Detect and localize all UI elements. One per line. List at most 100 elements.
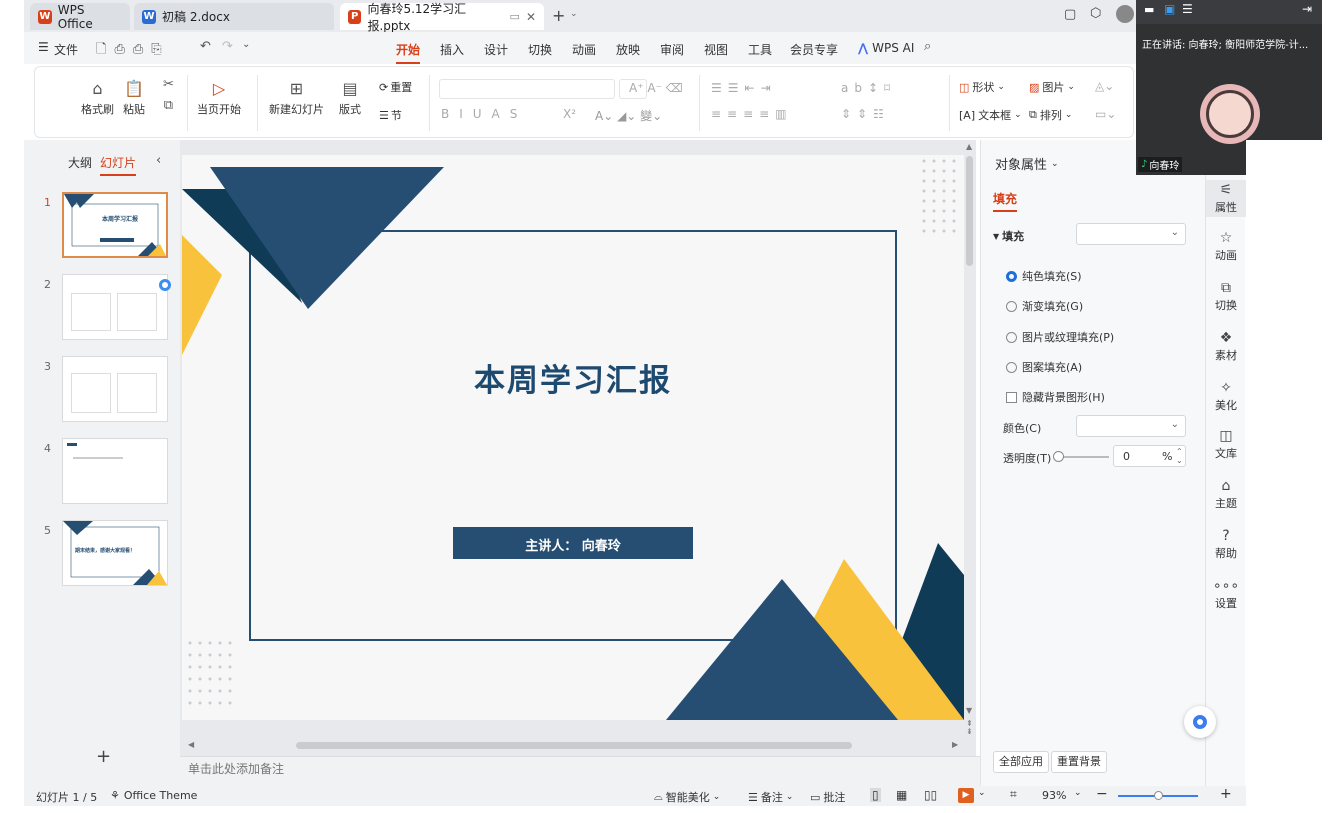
picture-button[interactable]: ▨ 图片 ⌄ [1029, 79, 1075, 95]
close-icon[interactable]: ✕ [526, 10, 536, 24]
sidebar-item-assets[interactable]: ❖ 素材 [1206, 330, 1246, 363]
menu-transition[interactable]: 切换 [528, 41, 552, 58]
assistant-button[interactable] [1184, 706, 1216, 738]
theme-indicator[interactable]: ⚘ Office Theme [110, 789, 197, 802]
prev-slide-icon[interactable]: ⇞ ⇟ [966, 720, 973, 736]
textbox-button[interactable]: [A] 文本框 ⌄ [959, 107, 1022, 123]
slide-title[interactable]: 本周学习汇报 [182, 355, 964, 400]
color-select[interactable]: ⌄ [1076, 415, 1186, 437]
slide-thumbnail-2[interactable] [62, 274, 171, 340]
menu-animation[interactable]: 动画 [572, 41, 596, 58]
arrange-button[interactable]: ⧉ 排列 ⌄ [1029, 107, 1072, 123]
sidebar-item-animation[interactable]: ☆ 动画 [1206, 230, 1246, 263]
presenter-text[interactable]: 主讲人： 向春玲 [453, 535, 693, 554]
scroll-up-icon[interactable]: ▲ [966, 142, 972, 151]
notes-area[interactable]: 单击此处添加备注 [180, 756, 980, 786]
spacing-icons[interactable]: ⇕⇕☷ [841, 107, 890, 121]
slideshow-play-icon[interactable]: ▶ [958, 788, 974, 803]
menu-design[interactable]: 设计 [484, 41, 508, 58]
menu-view[interactable]: 视图 [704, 41, 728, 58]
sidebar-item-transition[interactable]: ⧉ 切换 [1206, 280, 1246, 313]
tab-wps-office[interactable]: W WPS Office [30, 3, 130, 31]
chevron-down-icon[interactable]: ⌄ [242, 39, 250, 50]
new-tab-icon[interactable]: + [552, 6, 565, 25]
slide-thumbnail-3[interactable] [62, 356, 168, 422]
scroll-right-icon[interactable]: ▶ [952, 740, 958, 749]
zoom-out-icon[interactable]: − [1096, 786, 1108, 802]
picture-fill-option[interactable]: 图片或纹理填充(P) [1006, 329, 1114, 345]
add-slide-icon[interactable]: + [96, 746, 111, 767]
menu-tools[interactable]: 工具 [748, 41, 772, 58]
sidebar-item-library[interactable]: ◫ 文库 [1206, 428, 1246, 461]
horizontal-scrollbar[interactable] [296, 742, 852, 749]
font-color-icon[interactable]: A⌄ ◢⌄ 變⌄ [595, 107, 662, 124]
start-from-current-button[interactable]: ▷ 当页开始 [197, 79, 241, 117]
align-icons[interactable]: ≡≡≡≡▥ [711, 107, 793, 121]
solid-fill-option[interactable]: 纯色填充(S) [1006, 268, 1082, 284]
section-button[interactable]: ☰ 节 [379, 107, 402, 123]
fill-type-select[interactable]: ⌄ [1076, 223, 1186, 245]
fill-section-header[interactable]: ▼ 填充 [993, 228, 1024, 244]
cube-icon[interactable]: ⬡ [1090, 6, 1101, 21]
sidebar-item-help[interactable]: ? 帮助 [1206, 528, 1246, 561]
font-family-select[interactable] [439, 79, 615, 99]
tab-monitor-icon[interactable]: ▭ [510, 10, 520, 23]
normal-view-icon[interactable]: ▯ [870, 788, 881, 802]
reading-view-icon[interactable]: ▯▯ [924, 788, 937, 802]
shape-button[interactable]: ◫ 形状 ⌄ [959, 79, 1005, 95]
zoom-slider-thumb[interactable] [1154, 791, 1163, 800]
chevron-down-icon[interactable]: ⌄ [1074, 788, 1082, 798]
tab-docx[interactable]: W 初稿 2.docx [134, 3, 334, 30]
list-icons[interactable]: ☰☰⇤⇥ [711, 81, 777, 95]
menu-icon[interactable]: ☰ [1182, 2, 1193, 16]
panel-header[interactable]: 对象属性 ⌄ [995, 154, 1059, 173]
tab-outline[interactable]: 大纲 [68, 154, 92, 171]
notes-toggle[interactable]: ☰ 备注 ⌄ [748, 789, 793, 805]
gradient-fill-option[interactable]: 渐变填充(G) [1006, 298, 1083, 314]
font-style-icons[interactable]: BIUAS [441, 107, 527, 121]
reset-background-button[interactable]: 重置背景 [1051, 751, 1107, 773]
exit-icon[interactable]: ⇥ [1302, 2, 1312, 16]
quick-access-icons[interactable]: 🗋⎙⎙⎘ [96, 40, 170, 62]
menu-insert[interactable]: 插入 [440, 41, 464, 58]
scroll-down-icon[interactable]: ▼ [966, 706, 972, 715]
outline-icon[interactable]: ▭⌄ [1095, 107, 1116, 121]
hide-background-checkbox[interactable]: 隐藏背景图形(H) [1006, 389, 1105, 405]
smart-beautify-button[interactable]: ⌓ 智能美化 ⌄ [654, 789, 720, 805]
slide-thumbnail-1[interactable]: 本周学习汇报 [62, 192, 168, 258]
scroll-left-icon[interactable]: ◀ [188, 740, 194, 749]
redo-icon[interactable]: ↷ [222, 39, 233, 54]
sidebar-item-beautify[interactable]: ✧ 美化 [1206, 380, 1246, 413]
chevron-down-icon[interactable]: ⌄ [570, 9, 578, 19]
search-icon[interactable]: ⌕ [924, 39, 931, 54]
wps-ai-button[interactable]: ⋀ WPS AI [858, 41, 914, 55]
layout-button[interactable]: ▤ 版式 [339, 79, 361, 117]
window-icon[interactable]: ▢ [1064, 7, 1076, 22]
window-icon[interactable]: ▣ [1164, 2, 1175, 16]
minimize-icon[interactable]: ▬ [1144, 3, 1154, 16]
grid-view-icon[interactable]: ▦ [896, 788, 907, 802]
avatar[interactable] [1116, 5, 1134, 23]
chevron-down-icon[interactable]: ⌄ [978, 788, 986, 798]
fit-window-icon[interactable]: ⌗ [1010, 787, 1017, 802]
tab-fill[interactable]: 填充 [993, 190, 1018, 212]
sidebar-item-settings[interactable]: ∘∘∘ 设置 [1206, 578, 1246, 611]
tab-pptx[interactable]: P 向春玲5.12学习汇报.pptx ▭ ✕ [340, 2, 544, 33]
comments-toggle[interactable]: ▭ 批注 [810, 789, 845, 805]
cut-copy-group[interactable]: ✂ ⧉ [163, 77, 174, 113]
pattern-fill-option[interactable]: 图案填充(A) [1006, 359, 1082, 375]
fill-icon[interactable]: ◬⌄ [1095, 79, 1114, 93]
collapse-panel-icon[interactable]: ‹ [156, 153, 161, 168]
new-slide-button[interactable]: ⊞ 新建幻灯片 [269, 79, 324, 117]
format-painter-button[interactable]: ⌂ 格式刷 [81, 79, 114, 117]
menu-review[interactable]: 审阅 [660, 41, 684, 58]
vertical-scrollbar[interactable] [966, 156, 973, 266]
sidebar-item-properties[interactable]: ⚟ 属性 [1206, 180, 1246, 217]
text-direction-icons[interactable]: ab↕⌑ [841, 81, 896, 95]
menu-slideshow[interactable]: 放映 [616, 41, 640, 58]
slider-thumb[interactable] [1053, 451, 1064, 462]
menu-member[interactable]: 会员专享 [790, 41, 838, 58]
slide-thumbnail-5[interactable]: 期末结束，感谢大家观看！ [62, 520, 168, 586]
tab-slides[interactable]: 幻灯片 [100, 154, 137, 176]
menu-home[interactable]: 开始 [396, 41, 421, 64]
